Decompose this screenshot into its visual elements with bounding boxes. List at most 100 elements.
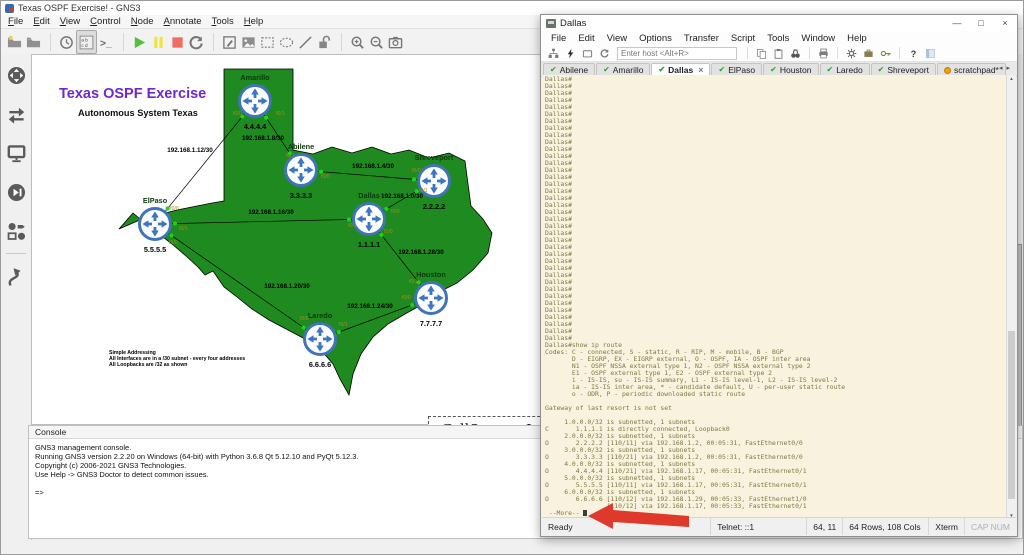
toolbar-separator: [894, 47, 900, 59]
zoom-out-button[interactable]: [367, 31, 386, 53]
gns3-titlebar: Texas OSPF Exercise! - GNS3: [1, 1, 1023, 15]
router-loopback-label: 7.7.7.7: [420, 319, 442, 328]
session-manager-button[interactable]: [922, 46, 938, 60]
interface-label: f0/1: [348, 223, 357, 229]
toolbar-separator: [116, 33, 124, 51]
sidebar-security-devices-button[interactable]: [5, 181, 27, 203]
quick-connect-host-input[interactable]: [617, 47, 737, 60]
new-project-button[interactable]: [5, 31, 24, 53]
print-button[interactable]: [815, 46, 831, 60]
print-icon: [818, 48, 829, 59]
status-emulation: Xterm: [928, 518, 964, 535]
crt-menu-file[interactable]: File: [545, 33, 572, 44]
draw-line-button[interactable]: [296, 31, 315, 53]
sidebar-add-link-button[interactable]: [5, 265, 27, 287]
options-icon: [846, 48, 857, 59]
router-node-ElPaso[interactable]: [140, 209, 171, 240]
quick-connect-button[interactable]: [562, 46, 578, 60]
toolbar-separator: [742, 47, 748, 59]
router-node-Houston[interactable]: [416, 283, 447, 314]
gns3-menu-help[interactable]: Help: [239, 16, 269, 27]
options-button[interactable]: [843, 46, 859, 60]
crt-menu-help[interactable]: Help: [841, 33, 873, 44]
lock-icon: [317, 35, 332, 50]
connect-tab-button[interactable]: [579, 46, 595, 60]
draw-line-icon: [298, 35, 313, 50]
all-devices-icon: [7, 222, 26, 241]
screenshot-button[interactable]: [386, 31, 405, 53]
sidebar-end-devices-button[interactable]: [5, 142, 27, 164]
sidebar-switches-button[interactable]: [5, 103, 27, 125]
router-name-label: Houston: [416, 270, 446, 279]
minimize-button[interactable]: —: [945, 18, 969, 28]
status-protocol: Telnet: ::1: [710, 518, 806, 535]
tab-close-icon[interactable]: ×: [698, 65, 703, 75]
crt-menu-script[interactable]: Script: [725, 33, 761, 44]
screenshot-icon: [388, 35, 403, 50]
show-interface-labels-button[interactable]: a bc d: [76, 30, 97, 54]
open-project-button[interactable]: [24, 31, 43, 53]
reconnect-button[interactable]: [596, 46, 612, 60]
sidebar-all-devices-button[interactable]: [5, 220, 27, 242]
console-connect-all-button[interactable]: >_: [97, 31, 116, 53]
draw-ellipse-button[interactable]: [277, 31, 296, 53]
subnet-label: 192.168.1.28/30: [398, 249, 444, 256]
stop-button[interactable]: [168, 31, 187, 53]
router-name-label: ElPaso: [143, 196, 168, 205]
terminal-scrollbar-thumb[interactable]: [1008, 331, 1015, 499]
terminal-output[interactable]: Dallas# Dallas# Dallas# Dallas# Dallas# …: [542, 75, 1016, 517]
crt-menu-view[interactable]: View: [601, 33, 633, 44]
gns3-menu-view[interactable]: View: [55, 16, 85, 27]
tab-scroll-arrows[interactable]: ◂▸: [999, 64, 1014, 72]
maximize-button[interactable]: □: [969, 18, 993, 28]
find-button[interactable]: [787, 46, 803, 60]
session-dialog-button[interactable]: [545, 46, 561, 60]
insert-image-button[interactable]: [239, 31, 258, 53]
keymap-button[interactable]: [860, 46, 876, 60]
reload-icon: [189, 35, 204, 50]
gns3-menu-tools[interactable]: Tools: [207, 16, 239, 27]
lock-button[interactable]: [315, 31, 334, 53]
gns3-menu-file[interactable]: File: [3, 16, 28, 27]
help-button[interactable]: ?: [905, 46, 921, 60]
terminal-area[interactable]: Dallas# Dallas# Dallas# Dallas# Dallas# …: [542, 75, 1016, 519]
copy-button[interactable]: [753, 46, 769, 60]
add-note-button[interactable]: [220, 31, 239, 53]
scroll-up-icon[interactable]: ▲: [1007, 76, 1016, 81]
crt-menu-transfer[interactable]: Transfer: [678, 33, 725, 44]
filter-button[interactable]: [877, 46, 893, 60]
map-subtitle: Autonomous System Texas: [78, 108, 198, 118]
draw-rectangle-button[interactable]: [258, 31, 277, 53]
new-project-icon: [7, 35, 22, 50]
link-endpoint-dot: [347, 217, 351, 221]
start-button[interactable]: [130, 31, 149, 53]
suspend-button[interactable]: [149, 31, 168, 53]
router-node-Amarillo[interactable]: [240, 86, 271, 117]
interface-label: f0/0: [391, 209, 400, 215]
crt-menu-window[interactable]: Window: [795, 33, 841, 44]
connected-check-icon: ✔: [827, 66, 834, 74]
router-node-Dallas[interactable]: [354, 204, 385, 235]
reconnect-icon: [599, 48, 610, 59]
terminal-scrollbar[interactable]: ▲ ▼: [1006, 75, 1016, 519]
router-node-Laredo[interactable]: [305, 324, 336, 355]
paste-button[interactable]: [770, 46, 786, 60]
gns3-menu-node[interactable]: Node: [126, 16, 159, 27]
draw-ellipse-icon: [279, 35, 294, 50]
close-button[interactable]: ×: [993, 18, 1017, 28]
reload-button[interactable]: [187, 31, 206, 53]
router-node-Abilene[interactable]: [286, 155, 317, 186]
sidebar-routers-button[interactable]: [5, 64, 27, 86]
sidebar-separator: [6, 253, 26, 254]
crt-menu-tools[interactable]: Tools: [761, 33, 795, 44]
gns3-menu-edit[interactable]: Edit: [28, 16, 54, 27]
gns3-menu-control[interactable]: Control: [85, 16, 126, 27]
connected-check-icon: ✔: [603, 66, 610, 74]
crt-menu-edit[interactable]: Edit: [572, 33, 600, 44]
gns3-menu-annotate[interactable]: Annotate: [159, 16, 207, 27]
snapshot-button[interactable]: [57, 31, 76, 53]
tab-label: Amarillo: [613, 65, 644, 75]
crt-menu-options[interactable]: Options: [633, 33, 678, 44]
zoom-in-button[interactable]: [348, 31, 367, 53]
link-endpoint-dot: [379, 233, 383, 237]
